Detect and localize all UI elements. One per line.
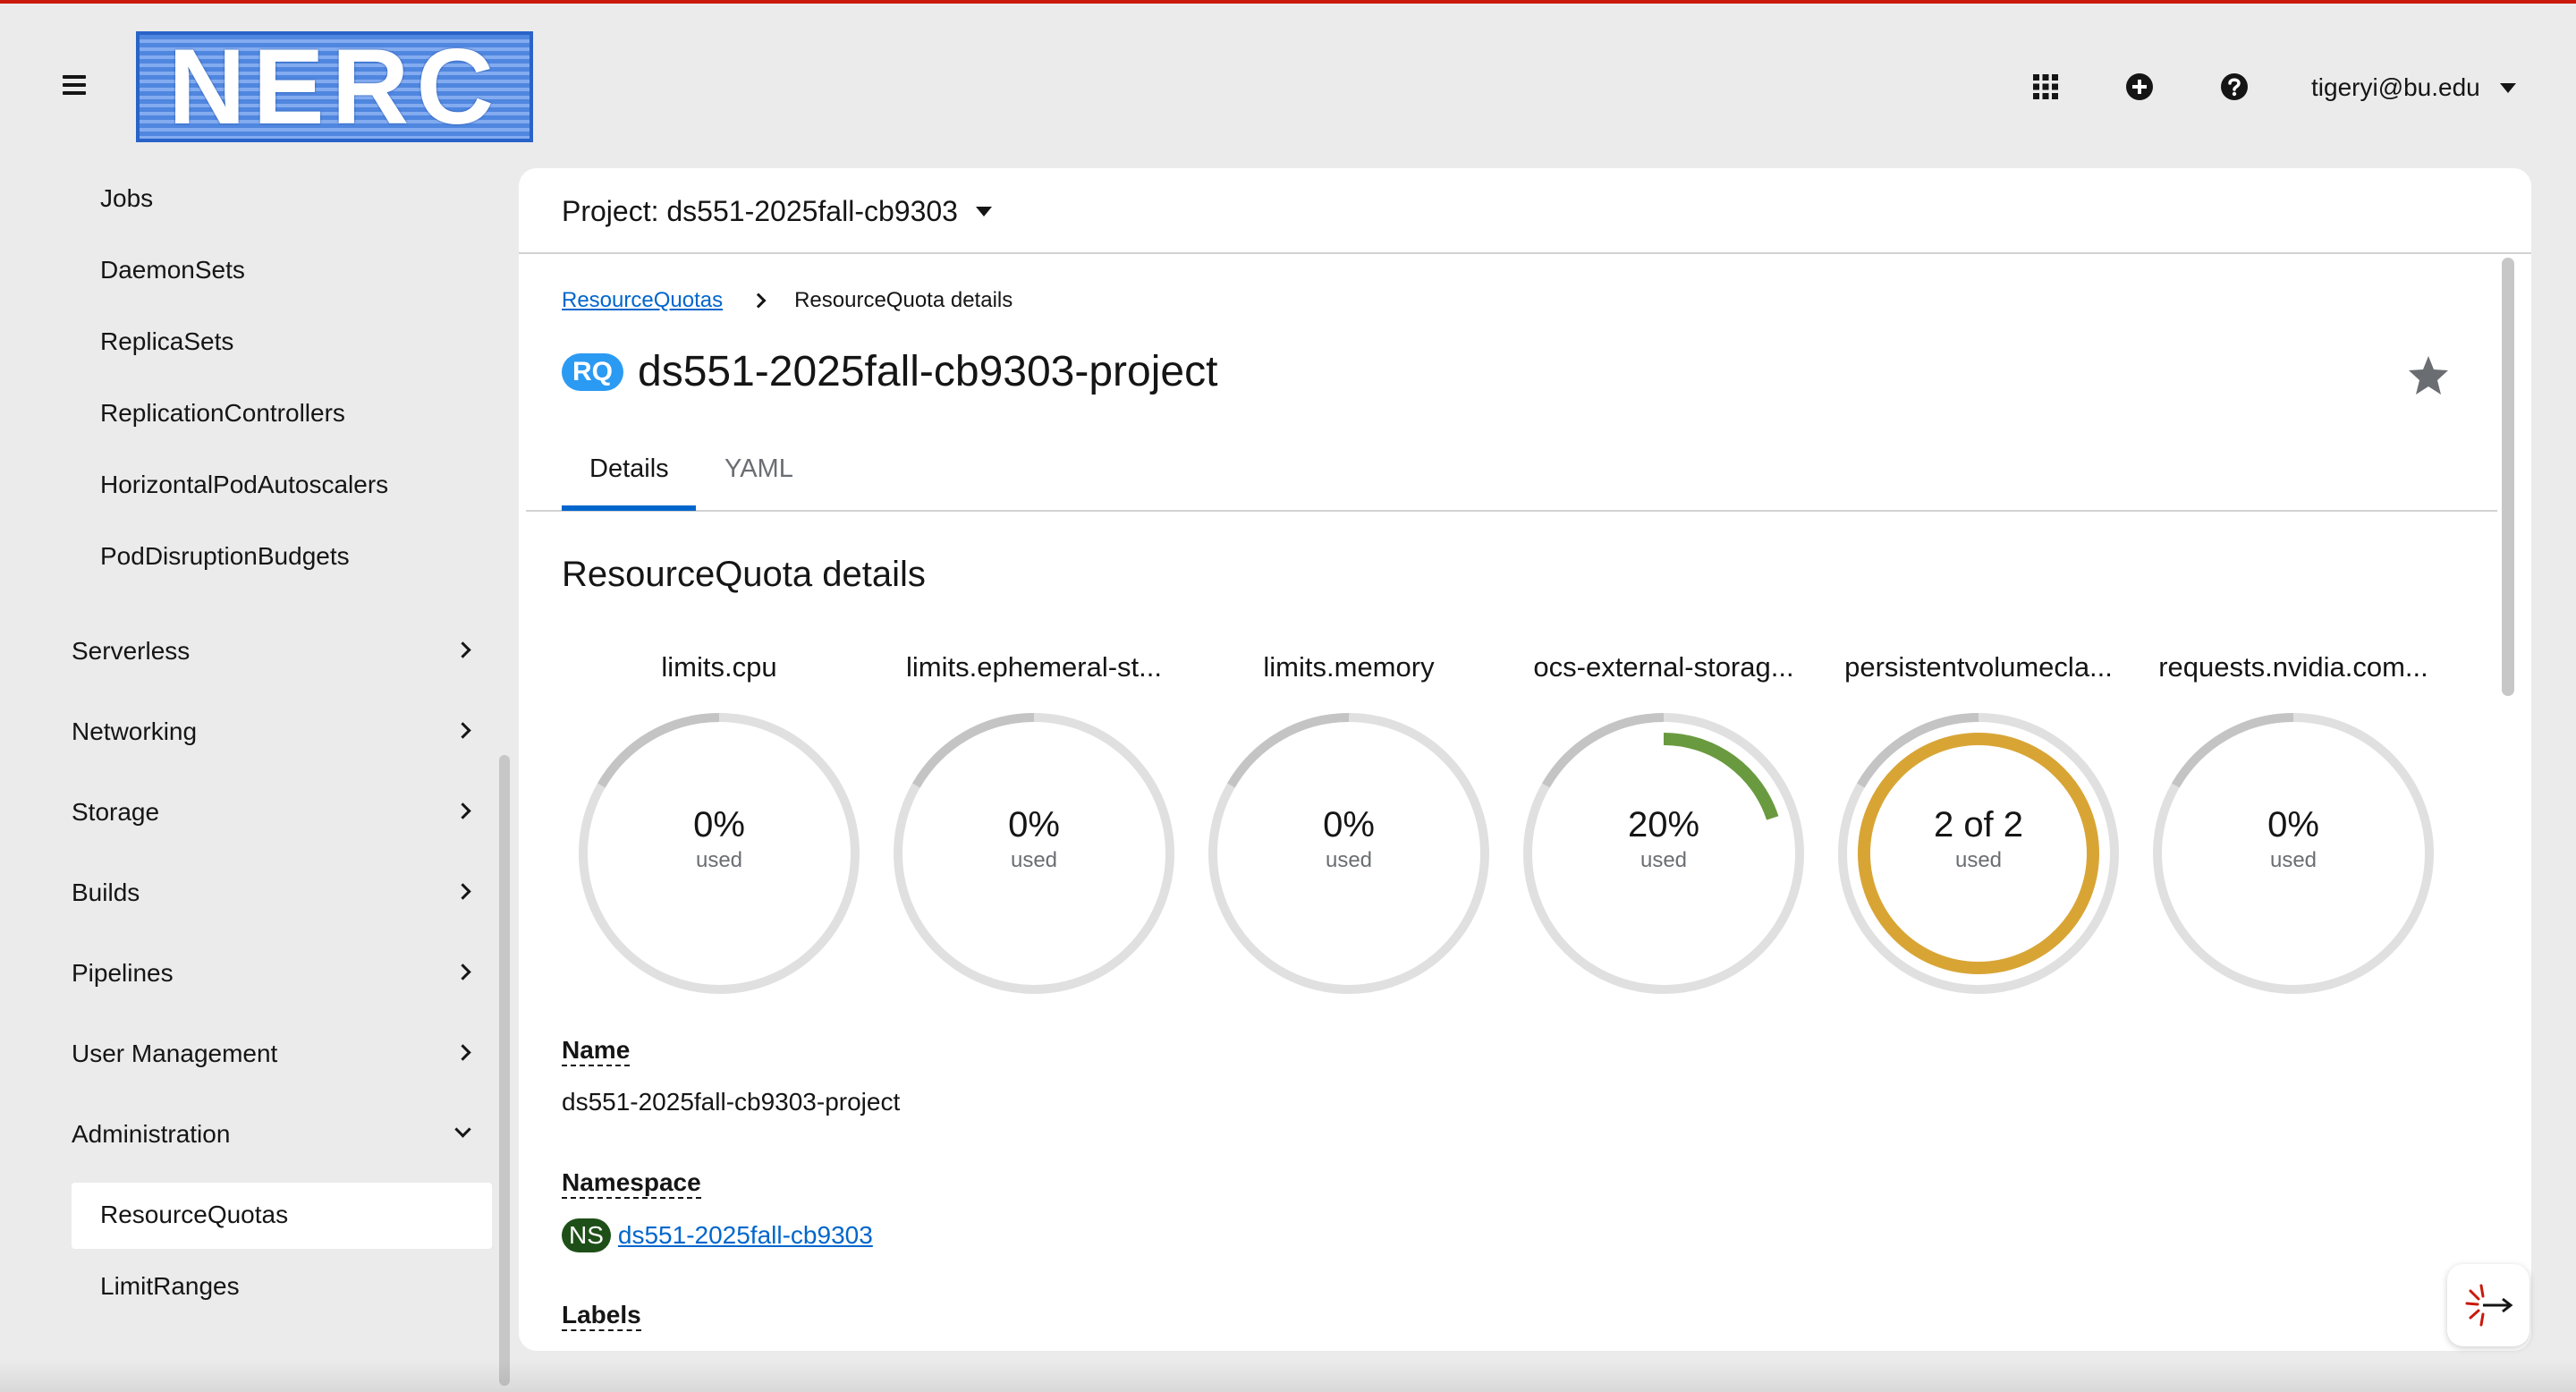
donut-threshold-marker (1227, 713, 1350, 788)
sidebar-item-replicationcontrollers[interactable]: ReplicationControllers (100, 399, 345, 428)
sidebar-item-jobs[interactable]: Jobs (100, 184, 153, 213)
project-selector-label: Project: ds551-2025fall-cb9303 (562, 195, 958, 227)
app-launcher-icon[interactable] (2030, 72, 2061, 102)
quota-value: 2 of 2 (1933, 805, 2024, 845)
resource-type-badge: RQ (562, 352, 623, 391)
sidebar-group-label: User Management (72, 1040, 278, 1067)
user-name: tigeryi@bu.edu (2311, 73, 2480, 101)
quota-value: 0% (1008, 805, 1060, 845)
sidebar-group-label: Builds (72, 878, 140, 906)
page-title: ds551-2025fall-cb9303-project (638, 348, 1218, 395)
quota-used-text: used (1325, 848, 1373, 872)
plus-circle-icon[interactable] (2124, 72, 2155, 102)
nerc-logo[interactable]: NERC (136, 31, 533, 142)
main-content-card: Project: ds551-2025fall-cb9303 ResourceQ… (519, 168, 2531, 1351)
bottom-shadow (0, 1360, 2576, 1392)
quota-label: limits.memory (1263, 651, 1435, 683)
page-header: RQ ds551-2025fall-cb9303-project (562, 347, 1217, 396)
sidebar-group-label: Pipelines (72, 959, 174, 987)
sidebar-group-builds[interactable]: Builds (72, 878, 474, 907)
project-bar: Project: ds551-2025fall-cb9303 (519, 168, 2531, 254)
star-icon[interactable] (2406, 354, 2451, 402)
sidebar-group-label: Administration (72, 1120, 231, 1148)
lightspeed-icon (2465, 1284, 2513, 1327)
chevron-right-icon (454, 963, 471, 980)
caret-down-icon (975, 207, 992, 216)
help-icon[interactable] (2219, 72, 2250, 102)
sidebar-item-replicasets[interactable]: ReplicaSets (100, 327, 233, 356)
sidebar-group-networking[interactable]: Networking (72, 717, 474, 746)
quota-used-text: used (1010, 848, 1058, 872)
sidebar-group-administration[interactable]: Administration (72, 1120, 474, 1149)
hamburger-menu-icon[interactable] (63, 75, 86, 97)
quota-label: requests.nvidia.com... (2158, 651, 2428, 683)
chevron-right-icon (454, 883, 471, 900)
sidebar-item-resourcequotas[interactable]: ResourceQuotas (100, 1201, 288, 1229)
breadcrumb-link-resourcequotas[interactable]: ResourceQuotas (562, 288, 723, 313)
donut-threshold-marker (2172, 713, 2294, 788)
sidebar-group-serverless[interactable]: Serverless (72, 637, 474, 666)
sidebar-group-label: Storage (72, 798, 160, 826)
quota-donut-persistentvolumeclaims: persistentvolumecla... 2 of 2 used (1821, 651, 2136, 994)
quota-used-text: used (695, 848, 743, 872)
sidebar-group-storage[interactable]: Storage (72, 798, 474, 827)
quota-value: 0% (1323, 805, 1375, 845)
tabs: Details YAML (526, 435, 2497, 512)
tab-details[interactable]: Details (589, 454, 669, 484)
quota-value: 0% (2267, 805, 2319, 845)
sidebar-item-daemonsets[interactable]: DaemonSets (100, 256, 245, 284)
quota-label: persistentvolumecla... (1844, 651, 2113, 683)
quota-donut-limits-cpu: limits.cpu 0% used (562, 651, 877, 994)
quota-label: limits.cpu (661, 651, 777, 683)
quota-used-text: used (1640, 848, 1688, 872)
chevron-right-icon (454, 802, 471, 819)
quota-donut-limits-memory: limits.memory 0% used (1191, 651, 1506, 994)
project-selector[interactable]: Project: ds551-2025fall-cb9303 (562, 195, 992, 228)
main-scrollbar[interactable] (2502, 258, 2514, 696)
breadcrumb: ResourceQuotas ResourceQuota details (562, 288, 1013, 313)
sidebar-scrollbar[interactable] (499, 755, 510, 1386)
namespace-link[interactable]: ds551-2025fall-cb9303 (618, 1221, 873, 1250)
donut-threshold-marker (1542, 713, 1665, 788)
masthead: NERC tigeryi@bu.edu (0, 4, 2576, 165)
quota-value: 0% (693, 805, 745, 845)
namespace-label: Namespace (562, 1168, 701, 1199)
chevron-right-icon (454, 722, 471, 739)
sidebar-item-horizontalpodautoscalers[interactable]: HorizontalPodAutoscalers (100, 471, 388, 499)
labels-label: Labels (562, 1301, 641, 1331)
quickstart-launcher-button[interactable] (2447, 1264, 2529, 1346)
quota-donut-requests-nvidia-gpu: requests.nvidia.com... 0% used (2136, 651, 2451, 994)
donut-threshold-marker (597, 713, 720, 788)
donut-threshold-marker (912, 713, 1035, 788)
chevron-right-icon (454, 641, 471, 658)
quota-donut-limits-ephemeral-storage: limits.ephemeral-st... 0% used (877, 651, 1191, 994)
quota-donut-ocs-external-storage: ocs-external-storag... 20% used (1506, 651, 1821, 994)
quota-label: limits.ephemeral-st... (906, 651, 1162, 683)
breadcrumb-current: ResourceQuota details (794, 288, 1013, 312)
user-menu[interactable]: tigeryi@bu.edu (2311, 73, 2516, 102)
quota-label: ocs-external-storag... (1533, 651, 1794, 683)
quota-used-text: used (2269, 848, 2318, 872)
active-tab-indicator (562, 505, 696, 511)
sidebar-group-user-management[interactable]: User Management (72, 1040, 474, 1068)
chevron-right-icon (750, 293, 767, 309)
namespace-badge: NS (562, 1218, 611, 1252)
chevron-down-icon (454, 1121, 471, 1138)
name-value: ds551-2025fall-cb9303-project (562, 1088, 901, 1116)
sidebar-group-label: Networking (72, 717, 198, 745)
caret-down-icon (2499, 82, 2516, 93)
sidebar-nav: Jobs DaemonSets ReplicaSets ReplicationC… (0, 165, 519, 1392)
chevron-right-icon (454, 1044, 471, 1061)
tab-yaml[interactable]: YAML (724, 454, 793, 484)
name-label: Name (562, 1036, 631, 1066)
sidebar-group-pipelines[interactable]: Pipelines (72, 959, 474, 988)
section-title: ResourceQuota details (562, 555, 926, 594)
namespace-value: NS ds551-2025fall-cb9303 (562, 1218, 873, 1252)
sidebar-item-limitranges[interactable]: LimitRanges (100, 1272, 240, 1301)
sidebar-group-label: Serverless (72, 637, 191, 665)
quota-value: 20% (1627, 805, 1700, 845)
quota-used-text: used (1954, 848, 2003, 872)
sidebar-item-poddisruptionbudgets[interactable]: PodDisruptionBudgets (100, 542, 350, 571)
